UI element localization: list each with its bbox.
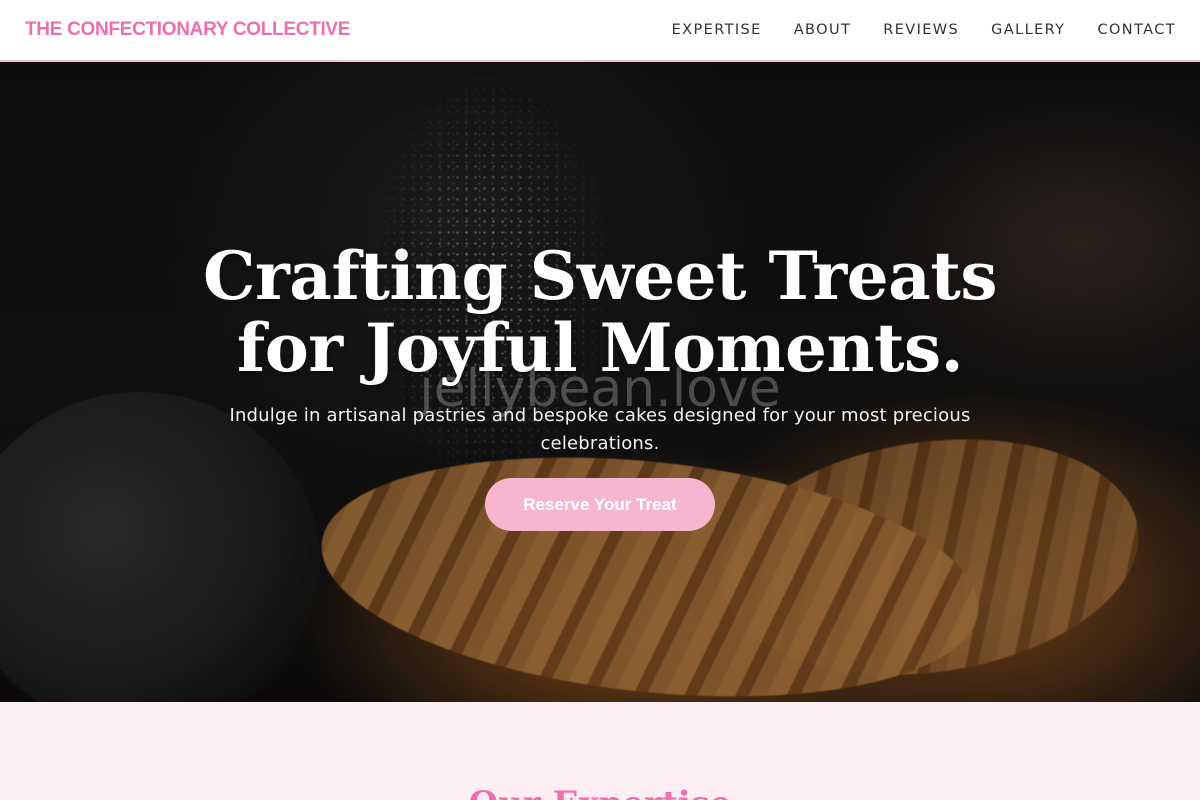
nav-link-contact[interactable]: CONTACT (1097, 22, 1176, 38)
reserve-treat-button[interactable]: Reserve Your Treat (485, 478, 715, 531)
hero-content: Crafting Sweet Treats for Joyful Moments… (0, 240, 1200, 531)
hero-title: Crafting Sweet Treats for Joyful Moments… (202, 237, 998, 387)
nav-link-gallery[interactable]: GALLERY (991, 22, 1065, 38)
expertise-section: Our Expertise (0, 702, 1200, 800)
nav-link-about[interactable]: ABOUT (794, 22, 852, 38)
hero-section: jellybean.love Crafting Sweet Treats for… (0, 62, 1200, 702)
main-nav: EXPERTISE ABOUT REVIEWS GALLERY CONTACT (672, 22, 1176, 38)
site-header: THE CONFECTIONARY COLLECTIVE EXPERTISE A… (0, 0, 1200, 62)
nav-link-expertise[interactable]: EXPERTISE (672, 22, 762, 38)
nav-link-reviews[interactable]: REVIEWS (883, 22, 959, 38)
brand-logo[interactable]: THE CONFECTIONARY COLLECTIVE (25, 19, 350, 41)
expertise-title: Our Expertise (0, 784, 1200, 800)
hero-subtitle: Indulge in artisanal pastries and bespok… (229, 405, 971, 454)
